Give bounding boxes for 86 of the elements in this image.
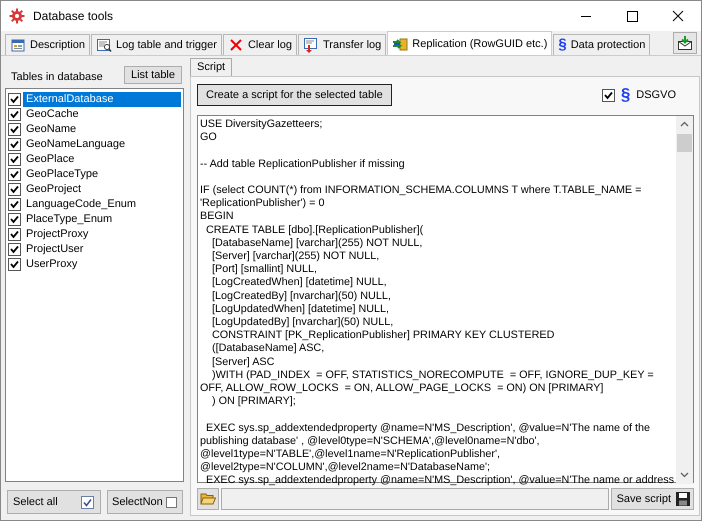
save-script-button[interactable]: Save script (610, 488, 694, 510)
checkbox[interactable] (8, 168, 21, 181)
code-line: publishing database' , @level0type=N'SCHEMA',@level0name=N'dbo', (200, 434, 541, 448)
code-line: -- Add table ReplicationPublisher if missing (200, 158, 406, 171)
file-path-field[interactable] (221, 488, 609, 510)
checkbox[interactable] (8, 258, 21, 271)
code-line: @level1type=N'TABLE',@level1name=N'ReplicationPublisher', (200, 448, 502, 462)
code-line: [Server] ASC (210, 356, 276, 369)
code-line: [LogCreatedWhen] [datetime] NULL, (210, 276, 388, 290)
window-title: Database tools (33, 9, 114, 23)
checkbox[interactable] (8, 183, 21, 196)
code-line: GO (200, 131, 218, 144)
checkbox[interactable] (8, 123, 21, 136)
select-none-button[interactable]: SelectNon (107, 490, 183, 514)
table-item[interactable]: UserProxy (23, 257, 181, 272)
code-line: USE DiversityGazetteers; (200, 118, 324, 132)
checkbox[interactable] (8, 198, 21, 211)
table-item[interactable]: ExternalDatabase (23, 92, 181, 107)
table-item[interactable]: GeoProject (23, 182, 181, 197)
checkbox[interactable] (8, 228, 21, 241)
code-line: [DatabaseName] [varchar](255) NOT NULL, (210, 236, 424, 250)
tab-label: Log table and trigger (116, 39, 217, 51)
code-line: @level2type=N'COLUMN',@level2name=N'DatabaseName'; (200, 461, 492, 474)
checkbox[interactable] (8, 213, 21, 226)
code-line: ) ON [PRIMARY]; (210, 395, 297, 408)
table-item[interactable]: ProjectUser (23, 242, 181, 257)
table-item[interactable]: GeoPlaceType (23, 167, 181, 182)
code-line: [Port] [smallint] NULL, (210, 263, 318, 276)
checkbox[interactable] (8, 108, 21, 121)
tab[interactable]: Log table and trigger (91, 34, 222, 55)
code-line: OFF, ALLOW_ROW_LOCKS = ON, ALLOW_PAGE_LOCKS = ON) ON [PRIMARY] (200, 382, 604, 396)
code-line: 'ReplicationPublisher') = 0 (200, 197, 326, 210)
tables-label: Tables in database (11, 71, 103, 84)
open-folder-button[interactable] (197, 488, 219, 510)
tab[interactable]: Clear log (222, 34, 297, 55)
tab[interactable]: Description (5, 34, 90, 55)
list-table-button[interactable]: List table (124, 66, 182, 84)
section-sign-icon: § (620, 88, 630, 102)
tab-label: Clear log (248, 39, 292, 51)
document-search-icon (96, 37, 112, 53)
code-line: ([DatabaseName] ASC, (210, 342, 326, 356)
table-item[interactable]: LanguageCode_Enum (23, 197, 181, 212)
checkbox[interactable] (8, 138, 21, 151)
code-line: [Server] [varchar](255) NOT NULL, (210, 250, 380, 264)
dsgvo-checkbox[interactable] (602, 88, 615, 102)
calendar-icon (10, 37, 26, 53)
table-item[interactable]: PlaceType_Enum (23, 212, 181, 227)
code-line: [LogUpdatedBy] [nvarchar](50) NULL, (210, 316, 394, 330)
scrollbar[interactable] (676, 116, 694, 484)
tab-label: Data protection (570, 39, 646, 51)
section-sign-icon: § (558, 38, 567, 52)
create-script-button[interactable]: Create a script for the selected table (197, 84, 392, 106)
code-line: CONSTRAINT [PK_ReplicationPublisher] PRIMARY KEY CLUSTERED (210, 329, 556, 342)
code-line: [LogCreatedBy] [nvarchar](50) NULL, (210, 290, 392, 303)
code-line: )WITH (PAD_INDEX = OFF, STATISTICS_NORECOMPUTE = OFF, IGNORE_DUP_KEY = (210, 368, 655, 382)
tab[interactable]: Transfer log (298, 34, 386, 55)
empty-box-icon (166, 496, 177, 508)
folder-icon (200, 492, 216, 506)
arrows-icon (392, 36, 408, 52)
gear-icon (9, 8, 25, 24)
code-line: [LogUpdatedWhen] [datetime] NULL, (210, 302, 390, 316)
export-button[interactable] (673, 32, 697, 54)
document-arrow-icon (302, 37, 319, 53)
code-line: CREATE TABLE [dbo].[ReplicationPublisher]( (204, 224, 424, 237)
code-line: EXEC sys.sp_addextendedproperty @name=N'MS_Description', @value=N'The name of the (204, 422, 652, 435)
tab[interactable]: Script (190, 58, 232, 76)
tab-label: Replication (RowGUID etc.) (412, 38, 548, 50)
table-item[interactable]: ProjectProxy (23, 227, 181, 242)
checkbox[interactable] (8, 153, 21, 166)
tab-label: Transfer log (322, 39, 382, 51)
table-item[interactable]: GeoName (23, 122, 181, 137)
table-item[interactable]: GeoPlace (23, 152, 181, 167)
cross-icon (228, 37, 244, 53)
code-line: BEGIN (200, 210, 235, 224)
dsgvo-label: DSGVO (636, 89, 676, 101)
code-line: IF (select COUNT(*) from INFORMATION_SCHEMA.COLUMNS T where T.TABLE_NAME = (200, 184, 642, 198)
table-item[interactable]: GeoCache (23, 107, 181, 122)
table-item[interactable]: GeoNameLanguage (23, 137, 181, 152)
checked-box-icon (81, 496, 94, 508)
checkbox[interactable] (8, 243, 21, 256)
tab[interactable]: Replication (RowGUID etc.) (387, 31, 552, 55)
checkbox[interactable] (8, 93, 21, 106)
select-all-button[interactable]: Select all (7, 490, 101, 514)
tab[interactable]: § Data protection (553, 34, 650, 55)
code-line: EXEC sys.sp_addextendedproperty @name=N'MS_Description', @value=N'The name or address (204, 474, 674, 488)
tab-label: Description (30, 39, 86, 51)
